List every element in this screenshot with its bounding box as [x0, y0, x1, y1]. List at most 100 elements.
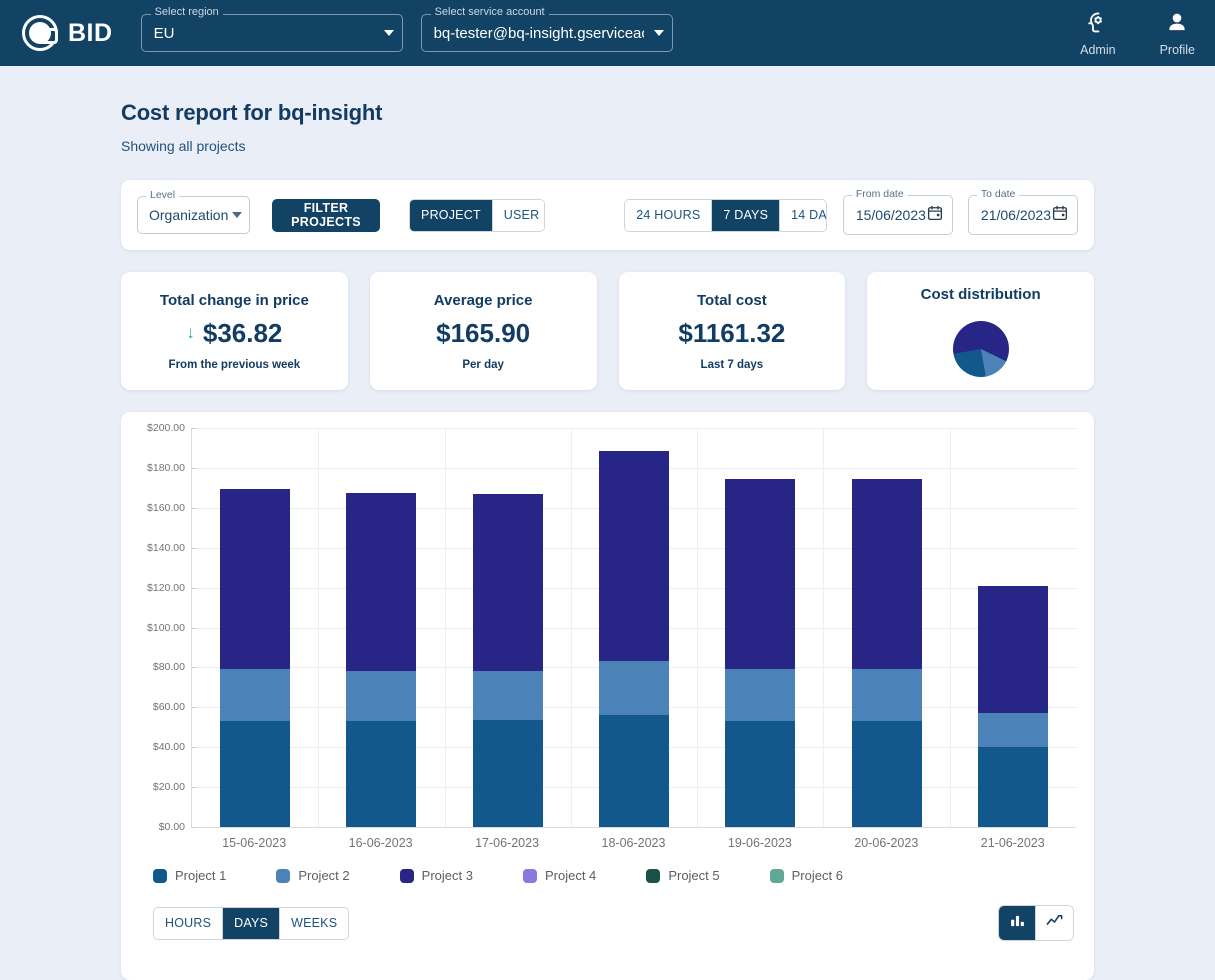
- calendar-icon[interactable]: [1051, 204, 1069, 227]
- legend-label: Project 5: [668, 868, 720, 883]
- bar-segment[interactable]: [472, 719, 543, 827]
- bar-segment[interactable]: [725, 478, 796, 669]
- from-date-input[interactable]: From date 15/06/2023: [842, 189, 953, 235]
- stacked-bar[interactable]: [220, 489, 291, 827]
- range-option-14-days[interactable]: 14 DAYS: [780, 199, 826, 231]
- stat-card-average-price: Average price $165.90 Per day: [369, 272, 597, 390]
- bar-segment[interactable]: [346, 492, 417, 672]
- grouping-option-project[interactable]: PROJECT: [410, 199, 493, 231]
- legend-label: Project 2: [298, 868, 350, 883]
- filter-projects-button[interactable]: FILTER PROJECTS: [272, 198, 381, 232]
- x-axis-label: 17-06-2023: [475, 836, 540, 850]
- to-date-input[interactable]: To date 21/06/2023: [967, 189, 1078, 235]
- bar-segment[interactable]: [977, 712, 1048, 747]
- stat-value: $36.82: [202, 317, 283, 348]
- bar-segment[interactable]: [977, 747, 1048, 827]
- range-option-24-hours[interactable]: 24 HOURS: [625, 199, 713, 231]
- stat-value-row: ↓ $36.82: [186, 318, 282, 349]
- stacked-bar[interactable]: [851, 478, 922, 827]
- x-axis-label: 21-06-2023: [980, 836, 1045, 850]
- page-body: Cost report for bq-insight Showing all p…: [0, 100, 1215, 980]
- bar-segment[interactable]: [851, 478, 922, 669]
- grouping-option-user[interactable]: USER: [492, 199, 545, 231]
- bar-segment[interactable]: [977, 585, 1048, 713]
- y-axis-tick: $160.00: [147, 502, 196, 514]
- bar-group: [444, 428, 571, 827]
- range-option-7-days[interactable]: 7 DAYS: [712, 199, 781, 231]
- bar-segment[interactable]: [220, 489, 291, 669]
- grid-line-vertical: [444, 428, 446, 827]
- bar-segment[interactable]: [725, 668, 796, 721]
- profile-button[interactable]: Profile: [1160, 10, 1195, 57]
- y-axis-tick: $40.00: [153, 741, 197, 753]
- bar-chart-view-button[interactable]: [999, 906, 1036, 940]
- stacked-bar[interactable]: [977, 585, 1048, 827]
- stat-value-row: $1161.32: [678, 318, 785, 349]
- y-axis-tick: $140.00: [147, 542, 196, 554]
- bar-segment[interactable]: [220, 669, 291, 721]
- brand-logo[interactable]: BID: [22, 15, 113, 51]
- bar-group: [318, 428, 444, 827]
- x-axis-label: 18-06-2023: [601, 836, 666, 850]
- stat-title: Total change in price: [159, 291, 309, 309]
- bar-segment[interactable]: [472, 671, 543, 720]
- person-icon: [1164, 10, 1190, 41]
- top-navigation-bar: BID Select region EU Select service acco…: [0, 0, 1215, 66]
- legend-swatch: [646, 868, 661, 883]
- chevron-down-icon: [232, 212, 243, 218]
- profile-label: Profile: [1159, 42, 1195, 57]
- bid-logo-icon: [22, 15, 58, 51]
- level-value: Organization: [149, 207, 229, 223]
- x-axis-label: 15-06-2023: [222, 836, 287, 850]
- bar-segment[interactable]: [598, 715, 669, 827]
- stat-footer: Per day: [462, 358, 504, 371]
- stacked-bar[interactable]: [346, 492, 417, 827]
- bar-segment[interactable]: [851, 669, 922, 721]
- from-date-value: 15/06/2023: [855, 207, 926, 223]
- legend-item[interactable]: Project 5: [646, 868, 769, 883]
- stat-value-row: $165.90: [436, 318, 530, 349]
- top-right-actions: Admin Profile: [1080, 0, 1195, 66]
- grid-line-vertical: [949, 428, 951, 827]
- stacked-bar[interactable]: [598, 451, 669, 827]
- grouping-segmented-control: PROJECT USER LABEL: [409, 198, 546, 232]
- line-chart-view-button[interactable]: [1036, 906, 1073, 940]
- legend-label: Project 3: [421, 868, 473, 883]
- bar-segment[interactable]: [346, 671, 417, 721]
- legend-swatch: [153, 868, 167, 883]
- bar-segment[interactable]: [725, 720, 796, 827]
- x-axis-label: 19-06-2023: [727, 836, 792, 850]
- legend-item[interactable]: Project 1: [153, 868, 276, 883]
- bar-group: [192, 428, 318, 827]
- legend-item[interactable]: Project 6: [769, 868, 893, 883]
- granularity-segmented-control: HOURS DAYS WEEKS: [153, 906, 350, 940]
- stacked-bar[interactable]: [472, 493, 543, 827]
- stat-title: Total cost: [697, 291, 767, 309]
- admin-button[interactable]: Admin: [1080, 10, 1116, 57]
- bar-segment[interactable]: [346, 720, 417, 827]
- cost-distribution-pie-chart: [952, 320, 1009, 377]
- bar-segment[interactable]: [472, 493, 543, 672]
- granularity-option-days[interactable]: DAYS: [223, 907, 281, 939]
- y-axis-tick: $120.00: [147, 582, 196, 594]
- stacked-bar[interactable]: [725, 478, 796, 827]
- granularity-option-weeks[interactable]: WEEKS: [280, 907, 349, 939]
- calendar-icon[interactable]: [926, 204, 944, 227]
- grid-line-vertical: [318, 428, 320, 827]
- y-axis-tick: $0.00: [159, 821, 197, 833]
- legend-item[interactable]: Project 3: [399, 868, 523, 883]
- bar-segment[interactable]: [851, 721, 922, 827]
- select-region-dropdown[interactable]: Select region EU: [140, 7, 403, 52]
- level-dropdown[interactable]: Level Organization: [137, 190, 250, 234]
- legend-item[interactable]: Project 2: [276, 868, 399, 883]
- granularity-option-hours[interactable]: HOURS: [154, 907, 224, 939]
- cost-chart-card: $0.00 $20.00 $40.00 $60.00 $80.00 $100.00 $120…: [121, 412, 1094, 980]
- legend-swatch: [399, 868, 414, 883]
- legend-item[interactable]: Project 4: [522, 868, 646, 883]
- bar-segment[interactable]: [598, 661, 669, 716]
- bar-segment[interactable]: [598, 451, 669, 662]
- bar-segment[interactable]: [220, 721, 291, 827]
- select-service-account-dropdown[interactable]: Select service account bq-tester@bq-insi…: [420, 7, 673, 52]
- legend-label: Project 1: [175, 868, 227, 883]
- x-axis-labels: 15-06-2023 16-06-2023 17-06-2023 18-06-2023…: [191, 836, 1076, 850]
